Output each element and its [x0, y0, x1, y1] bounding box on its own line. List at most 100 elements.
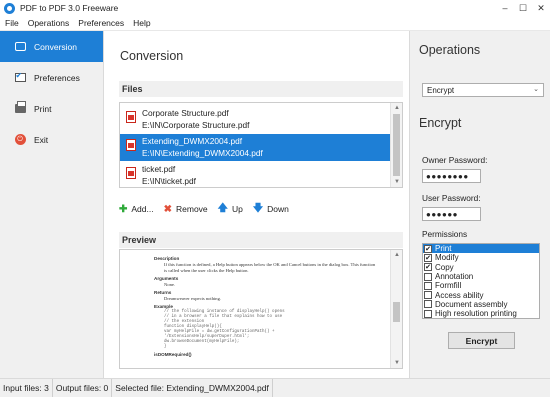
owner-password-label: Owner Password:	[422, 155, 488, 165]
files-header: Files	[119, 81, 403, 97]
status-bar: Input files: 3 Output files: 0 Selected …	[0, 378, 550, 397]
permission-label: High resolution printing	[435, 309, 517, 319]
menu-operations[interactable]: Operations	[23, 18, 74, 28]
checkbox-unchecked-icon[interactable]	[424, 309, 432, 318]
permission-print[interactable]: ✔ Print	[423, 244, 539, 254]
add-button[interactable]: ✚ Add...	[119, 204, 154, 215]
doc-paragraph: Dreamweaver expects nothing.	[164, 296, 222, 301]
menu-preferences[interactable]: Preferences	[73, 18, 128, 28]
input-files-status: Input files: 3	[0, 378, 53, 397]
scroll-up-icon[interactable]: ▲	[391, 250, 402, 260]
menu-file[interactable]: File	[0, 18, 23, 28]
permission-modify[interactable]: ✔ Modify	[423, 253, 539, 262]
checkbox-checked-icon[interactable]: ✔	[424, 253, 432, 262]
page-title: Conversion	[120, 49, 184, 63]
arrow-down-icon: 🡇	[252, 202, 264, 214]
up-button[interactable]: 🡅 Up	[218, 201, 243, 218]
checkbox-unchecked-icon[interactable]	[424, 272, 432, 281]
down-button[interactable]: 🡇 Down	[253, 201, 289, 218]
arrow-up-icon: 🡅	[217, 202, 228, 214]
maximize-button[interactable]: ☐	[514, 0, 532, 16]
conversion-panel: Conversion Files Corporate Structure.pdf…	[105, 31, 409, 378]
scroll-thumb[interactable]	[393, 302, 400, 322]
down-label: Down	[267, 204, 289, 214]
operations-panel: Operations Encrypt ⌄ Encrypt Owner Passw…	[409, 31, 550, 378]
printer-icon	[14, 101, 26, 114]
sidebar-item-label: Conversion	[34, 41, 77, 52]
checkbox-unchecked-icon[interactable]	[424, 281, 432, 290]
conversion-icon	[14, 41, 26, 52]
scroll-thumb[interactable]	[393, 114, 400, 176]
exit-icon: ⏻	[14, 134, 26, 145]
user-password-field[interactable]: ●●●●●●	[422, 207, 481, 221]
preferences-icon	[14, 71, 26, 83]
window-controls: – ☐ ✕	[496, 0, 550, 16]
preview-document: Description If this function is defined,…	[154, 254, 376, 358]
checkbox-checked-icon[interactable]: ✔	[424, 244, 432, 253]
add-label: Add...	[131, 204, 154, 214]
encrypt-title: Encrypt	[419, 116, 462, 130]
window-title: PDF to PDF 3.0 Freeware	[20, 3, 119, 13]
owner-password-field[interactable]: ●●●●●●●●	[422, 169, 481, 183]
plus-icon: ✚	[119, 203, 128, 215]
preview-scrollbar[interactable]: ▲ ▼	[390, 250, 402, 368]
file-toolbar: ✚ Add... ✖ Remove 🡅 Up 🡇 Down	[119, 201, 299, 217]
operation-selected-value: Encrypt	[427, 85, 455, 95]
permission-access-ability[interactable]: Access ability	[423, 290, 539, 300]
operation-select[interactable]: Encrypt ⌄	[422, 83, 544, 97]
permission-high-resolution-printing[interactable]: High resolution printing	[423, 309, 539, 318]
preview-pane[interactable]: Description If this function is defined,…	[119, 249, 403, 369]
permission-label: Print	[435, 244, 452, 254]
doc-paragraph: If this function is defined, a Help butt…	[164, 262, 376, 273]
checkbox-unchecked-icon[interactable]	[424, 300, 432, 309]
list-item[interactable]: Extending_DWMX2004.pdf E:\IN\Extending_D…	[120, 134, 390, 161]
close-button[interactable]: ✕	[532, 0, 550, 16]
file-name: Corporate Structure.pdf	[142, 108, 229, 118]
checkbox-unchecked-icon[interactable]	[424, 291, 432, 300]
list-item[interactable]: ticket.pdf E:\IN\ticket.pdf	[120, 162, 390, 187]
title-bar: PDF to PDF 3.0 Freeware – ☐ ✕	[0, 0, 550, 16]
checkbox-checked-icon[interactable]: ✔	[424, 263, 432, 272]
up-label: Up	[231, 204, 243, 214]
sidebar-item-label: Preferences	[34, 72, 80, 83]
menu-bar: File Operations Preferences Help	[0, 16, 550, 31]
file-path: E:\IN\ticket.pdf	[142, 176, 196, 186]
pdf-file-icon	[126, 111, 136, 123]
sidebar-item-label: Exit	[34, 134, 49, 145]
selected-file-status: Selected file: Extending_DWMX2004.pdf	[112, 378, 273, 397]
file-name: ticket.pdf	[142, 164, 176, 174]
preview-header: Preview	[119, 232, 403, 248]
sidebar-item-preferences[interactable]: Preferences	[0, 62, 103, 93]
file-path: E:\IN\Extending_DWMX2004.pdf	[142, 148, 263, 158]
permissions-label: Permissions	[422, 229, 468, 239]
pdf-file-icon	[126, 139, 136, 151]
sidebar-item-conversion[interactable]: Conversion	[0, 31, 103, 62]
list-item[interactable]: Corporate Structure.pdf E:\IN\Corporate …	[120, 106, 390, 133]
permission-annotation[interactable]: Annotation	[423, 272, 539, 281]
remove-icon: ✖	[163, 203, 172, 215]
scroll-up-icon[interactable]: ▲	[391, 103, 402, 113]
file-name: Extending_DWMX2004.pdf	[142, 136, 243, 146]
scroll-down-icon[interactable]: ▼	[391, 177, 402, 187]
sidebar-item-print[interactable]: Print	[0, 93, 103, 124]
permission-formfill[interactable]: Formfill	[423, 281, 539, 290]
app-icon	[4, 2, 15, 14]
file-list-scrollbar[interactable]: ▲ ▼	[390, 103, 402, 187]
sidebar-item-label: Print	[34, 103, 52, 114]
sidebar-item-exit[interactable]: ⏻ Exit	[0, 124, 103, 155]
permission-copy[interactable]: ✔ Copy	[423, 263, 539, 272]
doc-code-line: }	[164, 345, 167, 349]
doc-paragraph: None.	[164, 282, 176, 287]
menu-help[interactable]: Help	[128, 18, 154, 28]
permission-label: Formfill	[435, 281, 462, 291]
minimize-button[interactable]: –	[496, 0, 514, 16]
encrypt-button[interactable]: Encrypt	[448, 332, 515, 349]
pdf-file-icon	[126, 167, 136, 179]
file-list[interactable]: Corporate Structure.pdf E:\IN\Corporate …	[119, 102, 403, 188]
permission-document-assembly[interactable]: Document assembly	[423, 300, 539, 309]
remove-button[interactable]: ✖ Remove	[164, 204, 208, 215]
permissions-list: ✔ Print ✔ Modify ✔ Copy Annotation Formfill…	[422, 243, 540, 319]
scroll-down-icon[interactable]: ▼	[391, 358, 402, 368]
user-password-label: User Password:	[422, 193, 481, 203]
operations-title: Operations	[419, 43, 481, 57]
